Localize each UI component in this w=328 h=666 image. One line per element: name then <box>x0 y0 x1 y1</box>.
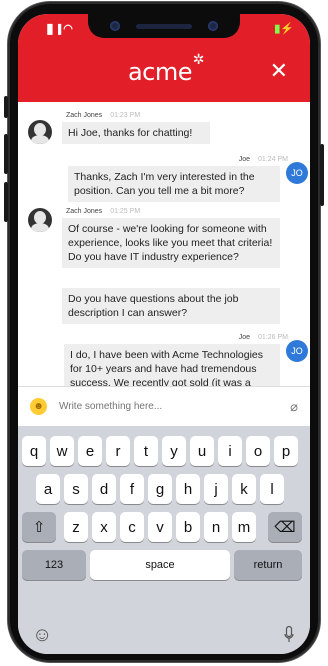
camera-icon <box>110 21 120 31</box>
shift-key[interactable]: ⇧ <box>22 512 56 542</box>
key-q[interactable]: q <box>22 436 46 466</box>
acme-logo: acme ✲ <box>127 52 205 86</box>
key-m[interactable]: m <box>232 512 256 542</box>
message-composer: ☻ ⌀ <box>18 386 310 426</box>
key-i[interactable]: i <box>218 436 242 466</box>
message-bubble: Do you have questions about the job desc… <box>62 288 280 324</box>
key-b[interactable]: b <box>176 512 200 542</box>
key-y[interactable]: y <box>162 436 186 466</box>
emoji-icon[interactable]: ☻ <box>30 398 47 415</box>
key-n[interactable]: n <box>204 512 228 542</box>
key-j[interactable]: j <box>204 474 228 504</box>
key-d[interactable]: d <box>92 474 116 504</box>
message-bubble: Of course - we're looking for someone wi… <box>62 218 280 268</box>
key-w[interactable]: w <box>50 436 74 466</box>
numbers-key[interactable]: 123 <box>22 550 86 580</box>
microphone-glyph <box>284 625 294 642</box>
microphone-icon[interactable] <box>284 625 294 642</box>
key-e[interactable]: e <box>78 436 102 466</box>
message-meta: Zach Jones 01:23 PM <box>66 112 140 119</box>
mute-switch <box>4 96 8 118</box>
key-p[interactable]: p <box>274 436 298 466</box>
sender-name: Zach Jones <box>66 208 103 215</box>
key-a[interactable]: a <box>36 474 60 504</box>
avatar <box>28 120 52 144</box>
message-time: 01:25 PM <box>110 208 141 215</box>
space-key[interactable]: space <box>90 550 230 580</box>
message-time: 01:23 PM <box>110 112 141 119</box>
key-h[interactable]: h <box>176 474 200 504</box>
keyboard-footer: ☺ <box>18 622 310 654</box>
keyboard: q w e r t y u i o p a s d f g h j k l ⇧ … <box>18 426 310 654</box>
backspace-key[interactable]: ⌫ <box>268 512 302 542</box>
key-u[interactable]: u <box>190 436 214 466</box>
signal-icon: ▐▌▐ <box>44 23 61 34</box>
message-bubble: Hi Joe, thanks for chatting! <box>62 122 210 144</box>
message-meta: Joe 01:26 PM <box>239 334 288 341</box>
power-button <box>320 144 324 206</box>
logo-text: acme <box>127 58 193 86</box>
key-t[interactable]: t <box>134 436 158 466</box>
message-meta: Zach Jones 01:25 PM <box>66 208 140 215</box>
avatar <box>28 208 52 232</box>
key-g[interactable]: g <box>148 474 172 504</box>
key-k[interactable]: k <box>232 474 256 504</box>
agent-avatar: JO <box>286 162 308 184</box>
gear-icon: ✲ <box>192 52 205 68</box>
message-time: 01:26 PM <box>258 334 288 341</box>
key-x[interactable]: x <box>92 512 116 542</box>
key-s[interactable]: s <box>64 474 88 504</box>
battery-icon: ▮⚡ <box>274 22 294 35</box>
paperclip-icon[interactable]: ⌀ <box>290 399 298 415</box>
message-bubble: Thanks, Zach I'm very interested in the … <box>68 166 280 202</box>
volume-up-button <box>4 134 8 174</box>
chat-header: acme ✲ ✕ <box>18 42 310 102</box>
sensor-icon <box>208 21 218 31</box>
return-key[interactable]: return <box>234 550 302 580</box>
key-o[interactable]: o <box>246 436 270 466</box>
key-r[interactable]: r <box>106 436 130 466</box>
message-bubble: I do, I have been with Acme Technologies… <box>64 344 280 386</box>
wifi-icon: ◠ <box>63 22 73 35</box>
message-time: 01:24 PM <box>258 156 288 163</box>
sender-name: Joe <box>238 334 251 341</box>
key-f[interactable]: f <box>120 474 144 504</box>
agent-avatar: JO <box>286 340 308 362</box>
sender-name: Zach Jones <box>66 112 103 119</box>
signal-wifi-indicator: ▐▌▐ ◠ <box>44 22 73 35</box>
key-z[interactable]: z <box>64 512 88 542</box>
message-meta: Joe 01:24 PM <box>239 156 288 163</box>
key-v[interactable]: v <box>148 512 172 542</box>
message-input[interactable] <box>59 401 291 412</box>
emoji-keyboard-icon[interactable]: ☺ <box>32 624 52 647</box>
key-c[interactable]: c <box>120 512 144 542</box>
screen: ▐▌▐ ◠ ▮⚡ acme ✲ ✕ Zach Jones 01:23 PM Hi J… <box>18 14 310 654</box>
key-l[interactable]: l <box>260 474 284 504</box>
close-icon[interactable]: ✕ <box>270 60 288 82</box>
speaker-grille <box>136 23 192 29</box>
notch <box>88 14 240 38</box>
volume-down-button <box>4 182 8 222</box>
sender-name: Joe <box>238 156 251 163</box>
message-list[interactable]: Zach Jones 01:23 PM Hi Joe, thanks for ch… <box>18 102 310 386</box>
